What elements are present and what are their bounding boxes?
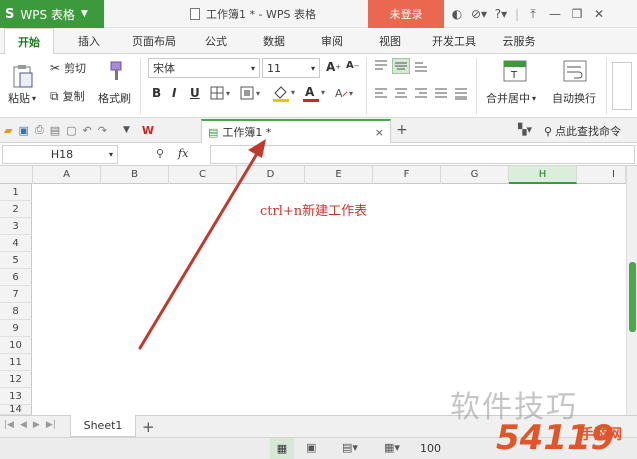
sheet-nav: |◀ ◀ ▶ ▶| xyxy=(4,420,56,430)
watermark-logo-text: 手游网 xyxy=(580,427,622,443)
page-break-view-icon[interactable]: ▣ xyxy=(306,441,316,454)
last-sheet-icon[interactable]: ▶| xyxy=(46,420,56,430)
page-layout-view-icon[interactable]: ▤▾ xyxy=(342,441,358,454)
prev-sheet-icon[interactable]: ◀ xyxy=(20,420,27,430)
sheet-tab[interactable]: Sheet1 xyxy=(70,415,136,437)
next-sheet-icon[interactable]: ▶ xyxy=(33,420,40,430)
add-sheet-button[interactable]: + xyxy=(142,418,155,436)
reading-mode-icon[interactable]: ▦▾ xyxy=(384,441,400,454)
zoom-level[interactable]: 100 xyxy=(420,442,441,455)
first-sheet-icon[interactable]: |◀ xyxy=(4,420,14,430)
normal-view-icon[interactable]: ▦ xyxy=(270,438,294,459)
